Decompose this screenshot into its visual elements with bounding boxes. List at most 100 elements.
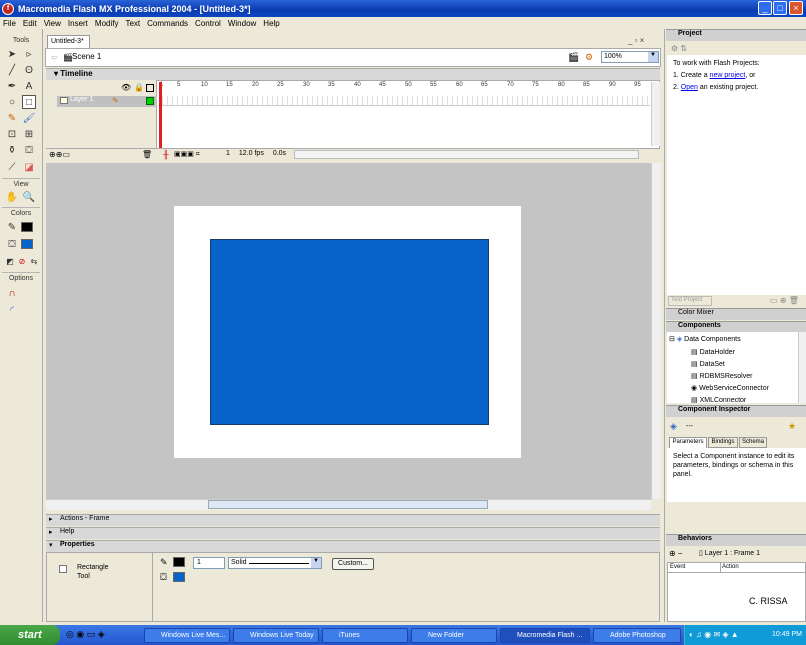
task-windows-live-messenger[interactable]: Windows Live Mes... [144, 628, 230, 643]
swap-colors-icon[interactable]: ⇆ [27, 254, 41, 268]
outline-icon[interactable] [146, 84, 154, 92]
pencil-tool-icon[interactable]: ✎ [5, 111, 19, 125]
edit-symbols-icon[interactable]: ⚙ [585, 52, 593, 63]
add-behavior-icon[interactable]: ⊕ − [669, 549, 683, 558]
oval-tool-icon[interactable]: ○ [5, 95, 19, 109]
stroke-style-select[interactable]: Solid ▼ [228, 557, 322, 569]
tab-schema[interactable]: Schema [739, 437, 767, 448]
brush-tool-icon[interactable]: 🖌 [22, 111, 36, 125]
start-button[interactable]: start [0, 625, 60, 645]
ink-bottle-tool-icon[interactable]: ⚱ [5, 143, 19, 157]
stroke-color-swatch[interactable] [173, 557, 185, 567]
text-tool-icon[interactable]: A [22, 79, 36, 93]
close-button[interactable]: × [789, 1, 803, 15]
maximize-button[interactable]: □ [773, 1, 787, 15]
component-item[interactable]: ▤ RDBMSResolver [691, 372, 752, 380]
test-project-button[interactable]: Test Project [668, 296, 712, 306]
hand-tool-icon[interactable]: ✋ [5, 190, 19, 204]
zoom-tool-icon[interactable]: 🔍 [22, 190, 36, 204]
paint-bucket-tool-icon[interactable]: ⛋ [22, 143, 36, 157]
lasso-tool-icon[interactable]: ʘ [22, 63, 36, 77]
help-panel-header[interactable]: Help [46, 527, 660, 539]
zoom-select[interactable]: 100% ▼ [601, 51, 659, 63]
layer-color-icon[interactable] [146, 97, 154, 105]
menu-edit[interactable]: Edit [23, 19, 37, 28]
task-windows-live-today[interactable]: Windows Live Today [233, 628, 319, 643]
menu-insert[interactable]: Insert [68, 19, 88, 28]
onion-skin-icon[interactable]: ▣▣▣ ⌗ [174, 150, 200, 159]
quick-launch-icons[interactable]: ◎ ◉ ▭ ◈ [66, 629, 105, 640]
stroke-color-swatch[interactable] [21, 222, 33, 232]
star-icon[interactable]: ★ [788, 421, 796, 432]
open-project-link[interactable]: Open [681, 84, 698, 91]
lock-icon[interactable]: 🔒 [134, 83, 144, 92]
blue-rectangle-shape[interactable] [210, 239, 489, 425]
subselect-tool-icon[interactable]: ▹ [22, 47, 36, 61]
menu-control[interactable]: Control [195, 19, 221, 28]
eraser-tool-icon[interactable]: ◪ [22, 160, 36, 174]
arrow-tool-icon[interactable]: ➤ [5, 47, 19, 61]
free-transform-tool-icon[interactable]: ⊡ [5, 127, 19, 141]
menu-file[interactable]: File [3, 19, 16, 28]
component-item[interactable]: ▤ DataHolder [691, 348, 735, 356]
document-tab[interactable]: Untitled-3* [47, 35, 90, 48]
task-new-folder[interactable]: New Folder [411, 628, 497, 643]
scrollbar-thumb[interactable] [208, 500, 488, 509]
line-tool-icon[interactable]: ╱ [5, 63, 19, 77]
component-inspector-header[interactable]: Component Inspector [666, 405, 806, 417]
component-item[interactable]: ◉ WebServiceConnector [691, 384, 769, 392]
snap-magnet-icon[interactable]: ∩ [5, 286, 19, 300]
menu-text[interactable]: Text [125, 19, 140, 28]
menu-modify[interactable]: Modify [95, 19, 119, 28]
custom-button[interactable]: Custom... [332, 558, 374, 570]
fill-color-swatch[interactable] [21, 239, 33, 249]
components-scrollbar[interactable] [798, 332, 806, 403]
behaviors-table[interactable]: Event Action [667, 562, 806, 622]
fill-color-swatch[interactable] [173, 572, 185, 582]
stroke-height-input[interactable]: 1 [193, 557, 225, 569]
project-actions-icon[interactable]: ▭ ⊕ 🗑 [770, 296, 799, 305]
menu-commands[interactable]: Commands [147, 19, 188, 28]
timeline-horizontal-scrollbar[interactable] [294, 150, 639, 159]
project-toolbar-icon[interactable]: ⚙ ⇅ [671, 44, 687, 53]
menu-window[interactable]: Window [228, 19, 256, 28]
layer-row[interactable]: Layer 1 [57, 96, 157, 107]
component-item[interactable]: ▤ XMLConnector [691, 396, 746, 404]
rectangle-tool-icon[interactable]: □ [22, 95, 36, 109]
tab-bindings[interactable]: Bindings [708, 437, 738, 448]
document-window-controls[interactable]: _ ▫ × [628, 36, 644, 45]
tab-parameters[interactable]: Parameters [669, 437, 707, 448]
menu-help[interactable]: Help [263, 19, 279, 28]
scene-label[interactable]: Scene 1 [72, 52, 101, 61]
insert-layer-icon[interactable]: ⊕⊕▭ [49, 150, 70, 159]
frame-ruler[interactable]: 1 5 10 15 20 25 30 35 40 45 50 55 60 65 … [158, 82, 650, 94]
minimize-button[interactable]: _ [758, 1, 772, 15]
title-bar[interactable]: f Macromedia Flash MX Professional 2004 … [0, 0, 806, 17]
center-frame-icon[interactable]: ╫ [163, 150, 169, 159]
actions-panel-header[interactable]: Actions - Frame [46, 514, 660, 526]
timeline-header[interactable]: ▾ Timeline [46, 68, 660, 80]
tray-icons[interactable]: ◐ ♫ ◉ ✉ ◈ ▲ [689, 630, 739, 639]
round-rectangle-icon[interactable]: ◜ [5, 303, 19, 317]
color-mixer-header[interactable]: Color Mixer [666, 308, 806, 320]
edit-scene-icon[interactable]: 🎬 [568, 52, 579, 63]
component-item[interactable]: ▤ DataSet [691, 360, 725, 368]
back-arrow-icon[interactable]: ⇦ [51, 53, 58, 62]
frame-cells[interactable] [158, 96, 650, 106]
task-macromedia-flash[interactable]: Macromedia Flash ... [500, 628, 590, 643]
task-adobe-photoshop[interactable]: Adobe Photoshop [593, 628, 681, 643]
project-panel-header[interactable]: Project [666, 29, 806, 41]
fill-transform-tool-icon[interactable]: ⊞ [22, 127, 36, 141]
task-itunes[interactable]: iTunes [322, 628, 408, 643]
properties-panel-header[interactable]: Properties [46, 540, 660, 552]
eyedropper-tool-icon[interactable]: ⟋ [5, 160, 19, 174]
behaviors-header[interactable]: Behaviors [666, 534, 806, 546]
tree-node-data-components[interactable]: ⊟ ◈ Data Components [669, 335, 741, 343]
pen-tool-icon[interactable]: ✒ [5, 79, 19, 93]
trash-icon[interactable]: 🗑 [142, 150, 152, 159]
eye-icon[interactable]: 👁 [121, 83, 131, 92]
playhead[interactable] [159, 82, 162, 156]
stage-vertical-scrollbar[interactable] [651, 163, 661, 499]
new-project-link[interactable]: new project [710, 72, 746, 79]
timeline-vertical-scrollbar[interactable] [651, 82, 660, 146]
